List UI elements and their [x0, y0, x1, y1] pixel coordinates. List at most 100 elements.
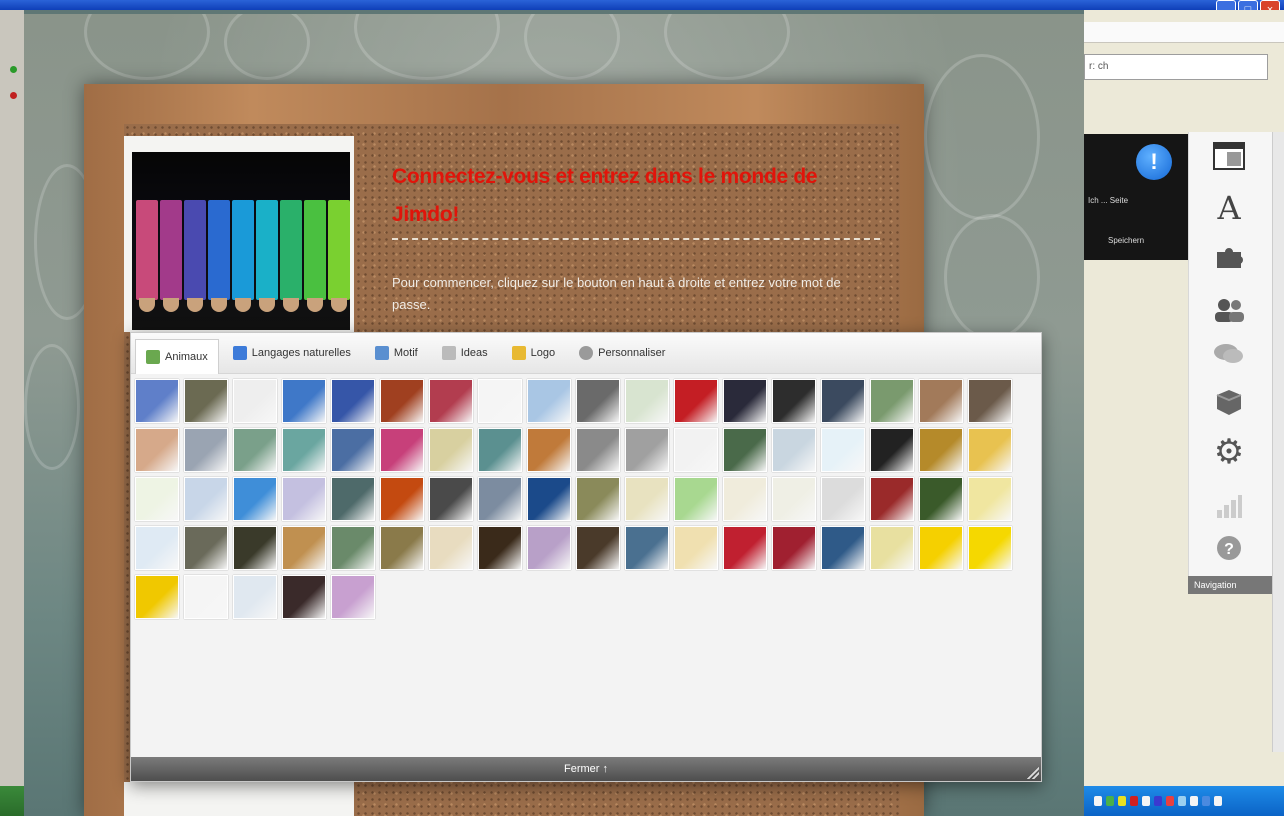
tray-icon[interactable]: [1154, 796, 1162, 806]
background-thumbnail[interactable]: [625, 379, 669, 423]
background-thumbnail[interactable]: [772, 379, 816, 423]
background-thumbnail[interactable]: [478, 477, 522, 521]
background-thumbnail[interactable]: [968, 526, 1012, 570]
tray-icon[interactable]: [1166, 796, 1174, 806]
background-thumbnail[interactable]: [135, 428, 179, 472]
background-thumbnail[interactable]: [527, 428, 571, 472]
background-thumbnail[interactable]: [331, 526, 375, 570]
background-thumbnail[interactable]: [184, 428, 228, 472]
help-icon[interactable]: ?: [1209, 528, 1249, 568]
background-thumbnail[interactable]: [968, 379, 1012, 423]
background-thumbnail[interactable]: [674, 526, 718, 570]
background-thumbnail[interactable]: [282, 575, 326, 619]
background-thumbnail[interactable]: [870, 526, 914, 570]
background-thumbnail[interactable]: [772, 428, 816, 472]
background-thumbnail[interactable]: [478, 428, 522, 472]
tray-icon[interactable]: [1178, 796, 1186, 806]
tray-icon[interactable]: [1094, 796, 1102, 806]
tray-icon[interactable]: [1214, 796, 1222, 806]
tab-animaux[interactable]: Animaux: [135, 338, 219, 374]
background-thumbnail[interactable]: [674, 428, 718, 472]
background-thumbnail[interactable]: [380, 477, 424, 521]
background-thumbnail[interactable]: [429, 379, 473, 423]
background-thumbnail[interactable]: [184, 379, 228, 423]
background-thumbnail[interactable]: [821, 379, 865, 423]
tray-icon[interactable]: [1130, 796, 1138, 806]
background-thumbnail[interactable]: [527, 526, 571, 570]
tray-icon[interactable]: [1118, 796, 1126, 806]
chat-icon[interactable]: [1209, 334, 1249, 374]
background-thumbnail[interactable]: [233, 575, 277, 619]
tab-langages[interactable]: Langages naturelles: [223, 337, 361, 369]
background-thumbnail[interactable]: [135, 477, 179, 521]
background-thumbnail[interactable]: [429, 477, 473, 521]
background-thumbnail[interactable]: [723, 379, 767, 423]
background-thumbnail[interactable]: [625, 526, 669, 570]
stats-icon[interactable]: [1209, 486, 1249, 526]
background-thumbnail[interactable]: [576, 428, 620, 472]
tray-icon[interactable]: [1202, 796, 1210, 806]
users-icon[interactable]: [1209, 290, 1249, 330]
background-thumbnail[interactable]: [233, 379, 277, 423]
background-thumbnail[interactable]: [527, 379, 571, 423]
background-thumbnail[interactable]: [625, 477, 669, 521]
background-thumbnail[interactable]: [674, 477, 718, 521]
background-thumbnail[interactable]: [576, 526, 620, 570]
tray-icon[interactable]: [1106, 796, 1114, 806]
background-thumbnail[interactable]: [968, 477, 1012, 521]
background-thumbnail[interactable]: [968, 428, 1012, 472]
background-thumbnail[interactable]: [772, 477, 816, 521]
save-link[interactable]: Speichern: [1108, 236, 1168, 245]
background-thumbnail[interactable]: [478, 379, 522, 423]
background-thumbnail[interactable]: [184, 575, 228, 619]
tray-icon[interactable]: [1142, 796, 1150, 806]
background-thumbnail[interactable]: [625, 428, 669, 472]
close-gallery-button[interactable]: Fermer ↑: [131, 757, 1041, 781]
vertical-scrollbar[interactable]: [1272, 132, 1284, 752]
layout-icon[interactable]: [1209, 136, 1249, 176]
background-thumbnail[interactable]: [135, 526, 179, 570]
background-thumbnail[interactable]: [870, 379, 914, 423]
tab-ideas[interactable]: Ideas: [432, 337, 498, 369]
background-thumbnail[interactable]: [821, 477, 865, 521]
background-thumbnail[interactable]: [723, 477, 767, 521]
background-thumbnail[interactable]: [919, 379, 963, 423]
background-thumbnail[interactable]: [184, 526, 228, 570]
background-thumbnail[interactable]: [135, 379, 179, 423]
background-thumbnail[interactable]: [233, 477, 277, 521]
background-thumbnail[interactable]: [331, 477, 375, 521]
background-thumbnail[interactable]: [429, 526, 473, 570]
background-thumbnail[interactable]: [184, 477, 228, 521]
background-thumbnail[interactable]: [772, 526, 816, 570]
background-thumbnail[interactable]: [723, 526, 767, 570]
background-thumbnail[interactable]: [233, 526, 277, 570]
background-thumbnail[interactable]: [380, 526, 424, 570]
background-thumbnail[interactable]: [576, 379, 620, 423]
address-bar[interactable]: r: ch: [1084, 54, 1268, 80]
puzzle-icon[interactable]: [1209, 236, 1249, 276]
background-thumbnail[interactable]: [331, 379, 375, 423]
background-thumbnail[interactable]: [331, 428, 375, 472]
resize-grip-icon[interactable]: [1027, 767, 1039, 779]
background-thumbnail[interactable]: [331, 575, 375, 619]
background-thumbnail[interactable]: [282, 526, 326, 570]
background-thumbnail[interactable]: [135, 575, 179, 619]
start-button[interactable]: [0, 786, 24, 816]
background-thumbnail[interactable]: [919, 428, 963, 472]
background-thumbnail[interactable]: [282, 379, 326, 423]
background-thumbnail[interactable]: [870, 428, 914, 472]
info-icon[interactable]: !: [1136, 144, 1172, 180]
background-thumbnail[interactable]: [233, 428, 277, 472]
background-thumbnail[interactable]: [821, 428, 865, 472]
background-thumbnail[interactable]: [674, 379, 718, 423]
background-thumbnail[interactable]: [870, 477, 914, 521]
box-icon[interactable]: [1209, 382, 1249, 422]
background-thumbnail[interactable]: [919, 526, 963, 570]
background-thumbnail[interactable]: [282, 477, 326, 521]
background-thumbnail[interactable]: [380, 428, 424, 472]
background-thumbnail[interactable]: [821, 526, 865, 570]
background-thumbnail[interactable]: [478, 526, 522, 570]
background-thumbnail[interactable]: [576, 477, 620, 521]
background-thumbnail[interactable]: [919, 477, 963, 521]
gear-icon[interactable]: ⚙: [1209, 432, 1249, 472]
